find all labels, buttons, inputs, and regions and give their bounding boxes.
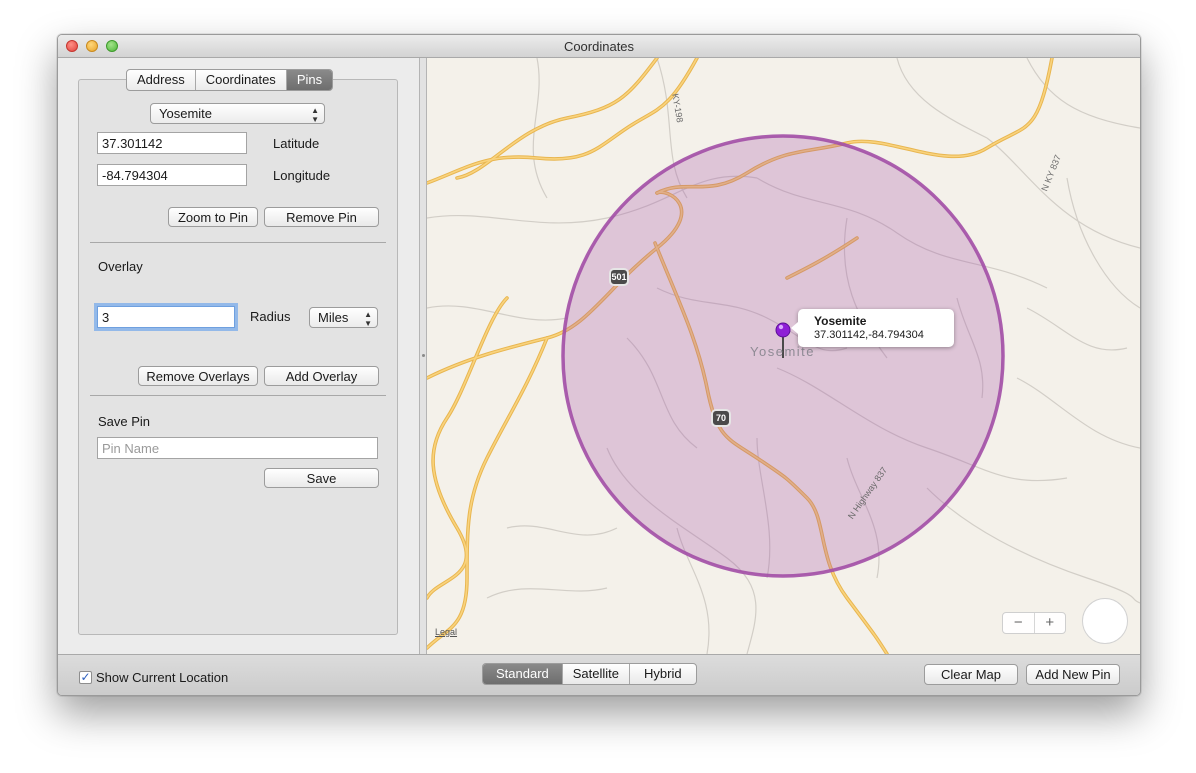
select-arrows-icon: ▲ ▼: [364, 310, 372, 328]
divider-handle-icon: [422, 354, 425, 357]
save-pin-heading: Save Pin: [98, 414, 151, 429]
bottom-toolbar: ✓ Show Current Location Standard Satelli…: [58, 654, 1140, 695]
route-shield-70: 70: [711, 409, 731, 427]
map-type-selector: Standard Satellite Hybrid: [482, 663, 697, 685]
overlay-heading: Overlay: [98, 259, 143, 274]
pins-panel: [78, 79, 398, 635]
split-view-divider[interactable]: [419, 58, 427, 654]
zoom-control: − +: [1002, 612, 1066, 634]
show-location-checkbox[interactable]: ✓: [79, 671, 92, 684]
show-location-label: Show Current Location: [96, 670, 229, 685]
title-bar: Coordinates: [58, 35, 1140, 58]
longitude-field[interactable]: [97, 164, 247, 186]
legal-link[interactable]: Legal: [435, 627, 457, 637]
divider: [90, 242, 386, 243]
map-type-hybrid[interactable]: Hybrid: [630, 664, 696, 684]
tab-coordinates[interactable]: Coordinates: [196, 70, 287, 90]
pin-select-value: Yosemite: [159, 106, 212, 121]
add-overlay-button[interactable]: Add Overlay: [264, 366, 379, 386]
remove-overlays-button[interactable]: Remove Overlays: [138, 366, 258, 386]
map-view[interactable]: Yosemite Yosemite 37.301142,-84.794304 5…: [427, 58, 1140, 654]
mode-tabs: Address Coordinates Pins: [126, 69, 334, 91]
compass-button[interactable]: [1082, 598, 1128, 644]
add-new-pin-button[interactable]: Add New Pin: [1026, 664, 1120, 685]
callout-title: Yosemite: [814, 314, 867, 328]
callout-coords: 37.301142,-84.794304: [814, 329, 924, 341]
radius-field[interactable]: [97, 306, 235, 328]
clear-map-button[interactable]: Clear Map: [924, 664, 1018, 685]
zoom-in-button[interactable]: +: [1035, 613, 1066, 633]
longitude-label: Longitude: [273, 168, 331, 183]
zoom-out-button[interactable]: −: [1003, 613, 1035, 633]
pin-callout[interactable]: Yosemite 37.301142,-84.794304: [791, 309, 954, 347]
map-type-satellite[interactable]: Satellite: [563, 664, 631, 684]
map-type-standard[interactable]: Standard: [483, 664, 563, 684]
route-shield-501: 501: [609, 268, 629, 286]
save-pin-button[interactable]: Save: [264, 468, 379, 488]
radius-label: Radius: [250, 309, 291, 324]
pin-name-field[interactable]: [97, 437, 378, 459]
tab-address[interactable]: Address: [127, 70, 196, 90]
divider: [90, 395, 386, 396]
pin-select[interactable]: Yosemite ▲ ▼: [150, 103, 325, 124]
latitude-field[interactable]: [97, 132, 247, 154]
unit-select-value: Miles: [318, 310, 349, 325]
app-window: Coordinates Address Coordinates Pins Yos…: [57, 34, 1141, 696]
unit-select[interactable]: Miles ▲ ▼: [309, 307, 378, 328]
remove-pin-button[interactable]: Remove Pin: [264, 207, 379, 227]
select-arrows-icon: ▲ ▼: [311, 106, 319, 124]
zoom-to-pin-button[interactable]: Zoom to Pin: [168, 207, 258, 227]
tab-pins[interactable]: Pins: [286, 70, 333, 90]
window-title: Coordinates: [563, 39, 635, 54]
latitude-label: Latitude: [273, 136, 320, 151]
